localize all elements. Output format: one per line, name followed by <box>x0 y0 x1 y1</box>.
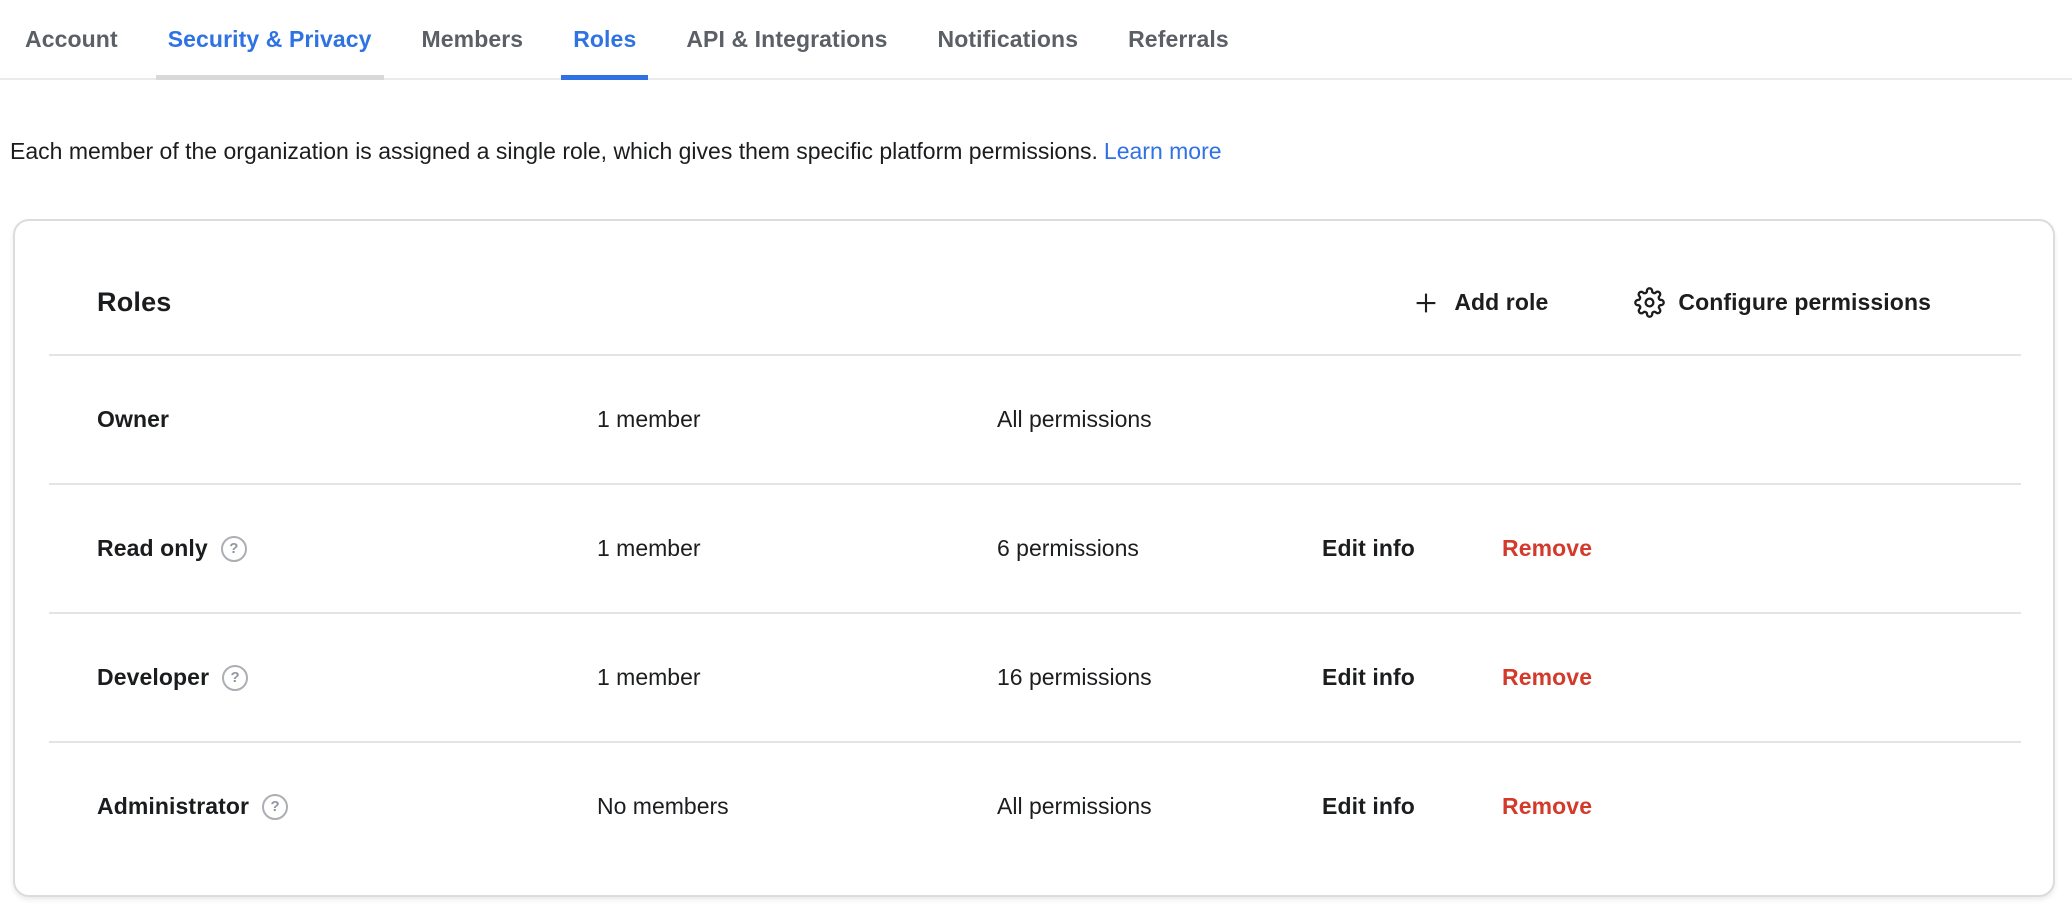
tab-referrals[interactable]: Referrals <box>1116 0 1241 78</box>
role-name-cell: Developer ? <box>97 664 597 691</box>
table-row-developer: Developer ? 1 member 16 permissions Edit… <box>15 614 2053 741</box>
roles-description: Each member of the organization is assig… <box>10 136 2072 166</box>
role-name-cell: Read only ? <box>97 535 597 562</box>
role-permission-count: All permissions <box>997 793 1322 820</box>
tab-roles[interactable]: Roles <box>561 0 648 78</box>
role-permission-count: 6 permissions <box>997 535 1322 562</box>
role-permission-count: 16 permissions <box>997 664 1322 691</box>
tab-notifications[interactable]: Notifications <box>926 0 1091 78</box>
learn-more-link[interactable]: Learn more <box>1104 138 1222 164</box>
plus-icon <box>1411 288 1441 318</box>
role-member-count: 1 member <box>597 535 997 562</box>
question-glyph: ? <box>231 669 240 686</box>
tab-security-privacy[interactable]: Security & Privacy <box>156 0 384 78</box>
remove-button[interactable]: Remove <box>1502 535 1592 562</box>
card-header-actions: Add role Configure permissions <box>1411 287 1931 318</box>
tab-members[interactable]: Members <box>410 0 536 78</box>
edit-info-button[interactable]: Edit info <box>1322 793 1415 820</box>
role-name: Owner <box>97 406 169 433</box>
add-role-button[interactable]: Add role <box>1411 288 1548 318</box>
edit-info-button[interactable]: Edit info <box>1322 664 1415 691</box>
roles-card: Roles Add role Configure p <box>13 219 2055 897</box>
role-name-cell: Owner <box>97 406 597 433</box>
roles-card-header: Roles Add role Configure p <box>15 221 2053 354</box>
question-glyph: ? <box>229 540 238 557</box>
edit-info-button[interactable]: Edit info <box>1322 535 1415 562</box>
question-mark-icon[interactable]: ? <box>221 536 247 562</box>
role-name-cell: Administrator ? <box>97 793 597 820</box>
table-row-read-only: Read only ? 1 member 6 permissions Edit … <box>15 485 2053 612</box>
card-title: Roles <box>97 287 172 318</box>
tab-account[interactable]: Account <box>13 0 130 78</box>
remove-button[interactable]: Remove <box>1502 793 1592 820</box>
question-mark-icon[interactable]: ? <box>222 665 248 691</box>
table-row-administrator: Administrator ? No members All permissio… <box>15 743 2053 870</box>
configure-permissions-label: Configure permissions <box>1678 289 1931 316</box>
settings-tab-bar: Account Security & Privacy Members Roles… <box>0 0 2072 80</box>
role-name: Developer <box>97 664 209 691</box>
remove-button[interactable]: Remove <box>1502 664 1592 691</box>
configure-permissions-button[interactable]: Configure permissions <box>1634 287 1931 318</box>
add-role-label: Add role <box>1454 289 1548 316</box>
role-member-count: No members <box>597 793 997 820</box>
roles-description-text: Each member of the organization is assig… <box>10 138 1098 164</box>
role-permission-count: All permissions <box>997 406 1322 433</box>
question-mark-icon[interactable]: ? <box>262 794 288 820</box>
gear-icon <box>1634 287 1665 318</box>
role-member-count: 1 member <box>597 406 997 433</box>
table-row-owner: Owner 1 member All permissions <box>15 356 2053 483</box>
role-name: Administrator <box>97 793 249 820</box>
question-glyph: ? <box>271 798 280 815</box>
role-name: Read only <box>97 535 208 562</box>
role-member-count: 1 member <box>597 664 997 691</box>
tab-api-integrations[interactable]: API & Integrations <box>674 0 899 78</box>
